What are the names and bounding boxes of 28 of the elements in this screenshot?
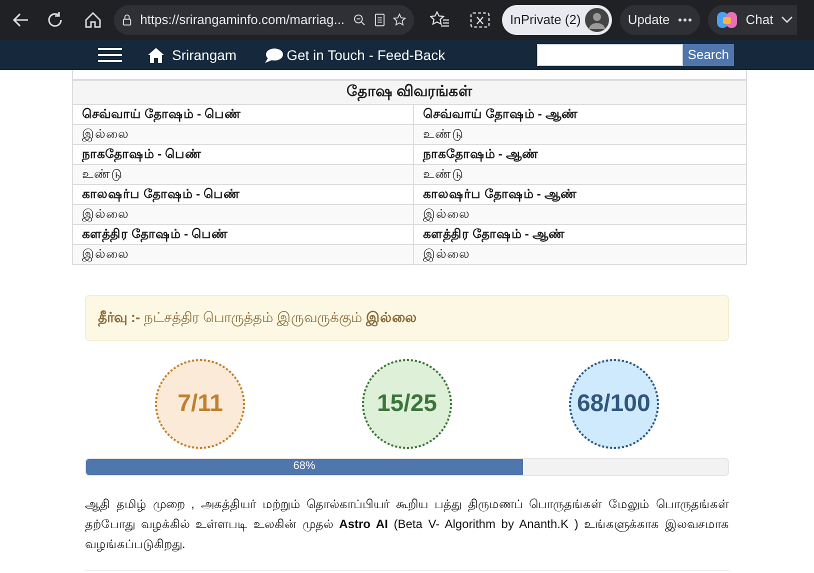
address-bar[interactable]: https://srirangaminfo.com/marriag... [114,5,414,35]
table-cell: இல்லை [72,204,414,224]
inprivate-badge[interactable]: InPrivate (2) [502,5,612,35]
feedback-link[interactable]: Get in Touch - Feed-Back [264,44,446,66]
home-link[interactable]: Srirangam [148,44,237,66]
table-header-cell: களத்திர தோஷம் - ஆண் [413,224,746,244]
search-button[interactable]: Search [682,44,734,66]
table-cell: இல்லை [413,244,746,264]
table-header-cell: காலஷர்ப தோஷம் - ஆண் [413,184,746,204]
table-header-cell: நாகதோஷம் - ஆண் [413,144,746,164]
chat-button[interactable]: Chat [708,5,798,35]
table-header-cell: செவ்வாய் தோஷம் - பெண் [72,104,414,124]
table-cell: உண்டு [72,164,414,184]
table-cell: இல்லை [72,124,414,144]
url-text: https://srirangaminfo.com/marriag... [140,11,345,30]
table-header-cell: நாகதோஷம் - பெண் [72,144,414,164]
description-paragraph: ஆதி தமிழ் முறை , அகத்தியர் மற்றும் தொல்காப்பியர் கூறிய பத்து திருமணப் பொருதங்கள் மேலும் பொருதங்கள் தற்போது வழக்கில் உள்ளபடி உலகின் முதல் Astro AI (Beta V- Algorithm by Ananth.K ) உங்களுக்காக இலவசமாக வழங்கப்படுகிறது. [85,496,729,554]
table-header-cell: காலஷர்ப தோஷம் - பெண் [72,184,414,204]
table-header-cell: களத்திர தோஷம் - பெண் [72,224,414,244]
table-cell: இல்லை [413,204,746,224]
table-cell: உண்டு [413,164,746,184]
table-title: தோஷ விவரங்கள் [72,80,746,104]
table-cell: உண்டு [413,124,746,144]
verdict-text: தீர்வு :- நட்சத்திர பொருத்தம் இருவருக்கும் இல்லை [98,308,417,328]
table-cell: இல்லை [72,244,414,264]
table-header-cell: செவ்வாய் தோஷம் - ஆண் [413,104,746,124]
progress-fill: 68% [86,458,523,474]
update-button[interactable]: Update [620,5,700,35]
